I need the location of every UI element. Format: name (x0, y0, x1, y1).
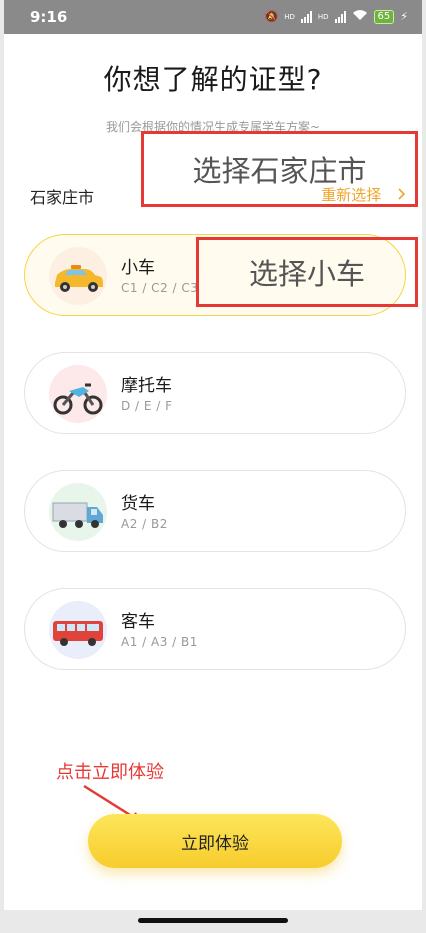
status-icons: 🔕 HD HD 65 ⚡ (265, 9, 408, 24)
try-now-button[interactable]: 立即体验 (88, 814, 342, 868)
bus-icon (49, 601, 107, 659)
vehicle-licenses: C1 / C2 / C3 (121, 281, 199, 295)
vehicle-licenses: A1 / A3 / B1 (121, 635, 198, 649)
battery-icon: 65 (373, 9, 395, 24)
vehicle-name: 客车 (121, 612, 155, 632)
home-indicator[interactable] (138, 918, 288, 923)
truck-icon (49, 483, 107, 541)
vehicle-card-bus[interactable]: 客车 A1 / A3 / B1 (24, 588, 406, 670)
signal-icon-2 (334, 10, 346, 23)
status-time: 9:16 (30, 8, 68, 26)
car-icon (49, 247, 107, 305)
page-title: 你想了解的证型? (103, 63, 323, 96)
network-hd-label: HD (284, 12, 295, 21)
annotation-city-box: 选择石家庄市 (141, 131, 418, 207)
mute-icon: 🔕 (264, 10, 279, 23)
motorcycle-icon (49, 365, 107, 423)
network-hd-label-2: HD (317, 12, 329, 21)
wifi-icon (352, 9, 368, 24)
vehicle-name: 摩托车 (121, 376, 172, 396)
status-bar: 9:16 🔕 HD HD 65 ⚡ (4, 0, 422, 34)
vehicle-name: 小车 (121, 258, 155, 278)
vehicle-licenses: D / E / F (121, 399, 173, 413)
city-name: 石家庄市 (30, 188, 95, 207)
app-screen: 你想了解的证型? 我们会根据你的情况生成专属学车方案~ 石家庄市 重新选择 小车… (4, 34, 422, 922)
annotation-cta-tip: 点击立即体验 (56, 762, 164, 783)
annotation-car-box: 选择小车 (196, 237, 418, 307)
vehicle-card-motorcycle[interactable]: 摩托车 D / E / F (24, 352, 406, 434)
charging-icon: ⚡ (400, 10, 408, 23)
vehicle-name: 货车 (121, 494, 155, 514)
vehicle-licenses: A2 / B2 (121, 517, 168, 531)
navigation-bar (4, 910, 422, 933)
signal-icon (300, 10, 312, 23)
vehicle-card-truck[interactable]: 货车 A2 / B2 (24, 470, 406, 552)
